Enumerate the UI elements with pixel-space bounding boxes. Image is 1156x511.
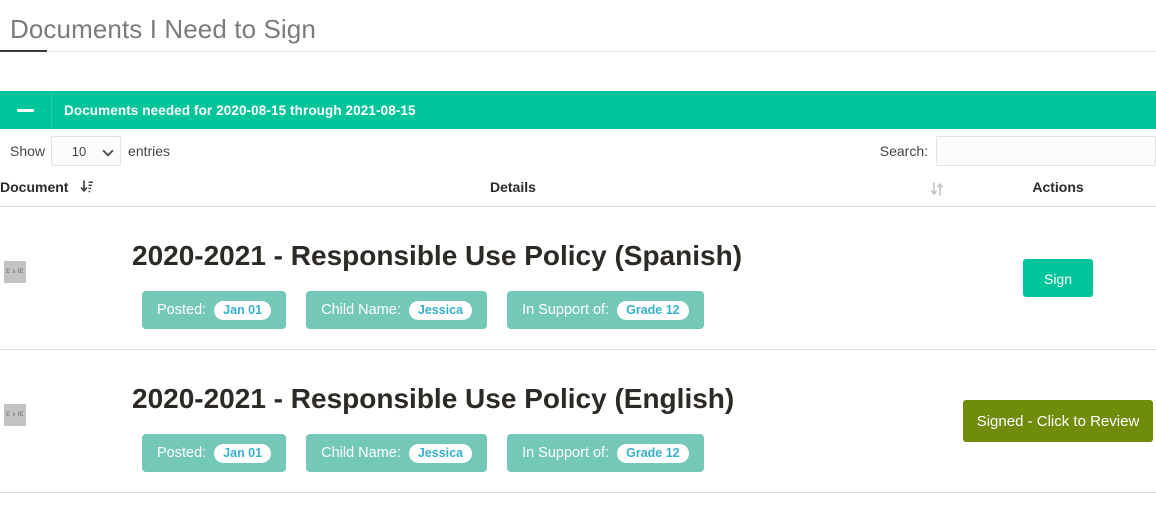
document-thumbnail-placeholder-icon: E x IE [4,404,26,426]
sign-button[interactable]: Sign [1023,259,1093,297]
panel-heading: Documents needed for 2020-08-15 through … [0,91,1156,129]
signed-review-button[interactable]: Signed - Click to Review [963,400,1153,442]
document-cell-inner: E x IE 2020-2021 - Responsible Use Polic… [0,350,960,492]
title-accent-bar [0,50,47,52]
column-header-details[interactable]: Details [490,169,960,207]
documents-panel: Documents needed for 2020-08-15 through … [0,91,1156,493]
badge-child-name-value: Jessica [408,443,473,463]
document-details-cell: E x IE 2020-2021 - Responsible Use Polic… [0,206,960,350]
search-label: Search: [879,143,928,159]
search-control: Search: [880,136,1156,166]
actions-cell: Signed - Click to Review [960,349,1156,493]
search-input[interactable] [936,136,1156,166]
panel-heading-title: Documents needed for 2020-08-15 through … [64,102,416,118]
datatable-toolbar: Show 10 entries Search: [0,129,1156,169]
table-header-row: Document Details Actions [0,169,1156,207]
table-row: E x IE 2020-2021 - Responsible Use Polic… [0,349,1156,493]
document-badges: Posted: Jan 01 Child Name: Jessica In Su… [142,291,704,329]
badge-posted-label: Posted: [157,302,207,318]
badge-in-support-of: In Support of: Grade 12 [507,291,704,329]
page-header: Documents I Need to Sign [0,0,1156,52]
badge-in-support-of-label: In Support of: [522,302,610,318]
column-header-document-label: Document [0,179,69,195]
badge-posted-label: Posted: [157,445,207,461]
badge-in-support-of-value: Grade 12 [617,300,689,320]
sort-unsorted-icon [930,181,944,197]
badge-child-name-label: Child Name: [321,302,401,318]
column-header-document[interactable]: Document [0,169,490,207]
badge-child-name: Child Name: Jessica [306,291,488,329]
badge-child-name-label: Child Name: [321,445,401,461]
badge-posted-value: Jan 01 [214,300,272,320]
title-divider [0,51,1156,52]
document-thumbnail-placeholder-icon: E x IE [4,261,26,283]
document-badges: Posted: Jan 01 Child Name: Jessica In Su… [142,434,704,472]
column-header-actions-label: Actions [1032,179,1084,195]
badge-child-name-value: Jessica [408,300,473,320]
badge-posted: Posted: Jan 01 [142,434,287,472]
page-title: Documents I Need to Sign [10,14,316,44]
badge-in-support-of-value: Grade 12 [617,443,689,463]
badge-posted: Posted: Jan 01 [142,291,287,329]
document-title: 2020-2021 - Responsible Use Policy (Span… [132,240,743,271]
badge-in-support-of: In Support of: Grade 12 [507,434,704,472]
table-row: E x IE 2020-2021 - Responsible Use Polic… [0,206,1156,350]
collapse-toggle-button[interactable] [0,91,52,129]
document-title: 2020-2021 - Responsible Use Policy (Engl… [132,383,735,414]
document-cell-inner: E x IE 2020-2021 - Responsible Use Polic… [0,207,960,349]
documents-table: Document Details Actions E x IE 2020-202… [0,169,1156,493]
minus-icon [17,108,34,112]
badge-in-support-of-label: In Support of: [522,445,610,461]
show-label: Show [10,143,46,159]
column-header-details-label: Details [490,179,536,195]
sort-ascending-icon [80,179,94,195]
actions-cell: Sign [960,206,1156,350]
document-details-cell: E x IE 2020-2021 - Responsible Use Polic… [0,349,960,493]
badge-posted-value: Jan 01 [214,443,272,463]
panel-body: Show 10 entries Search: Document Details… [0,129,1156,493]
column-header-actions: Actions [960,169,1156,207]
table-body: E x IE 2020-2021 - Responsible Use Polic… [0,206,1156,493]
page-length-select-wrap: 10 [51,136,122,166]
page-length-select[interactable]: 10 [51,136,122,166]
entries-label: entries [128,143,171,159]
table-head: Document Details Actions [0,169,1156,207]
page-length-control: Show 10 entries [10,136,170,166]
badge-child-name: Child Name: Jessica [306,434,488,472]
